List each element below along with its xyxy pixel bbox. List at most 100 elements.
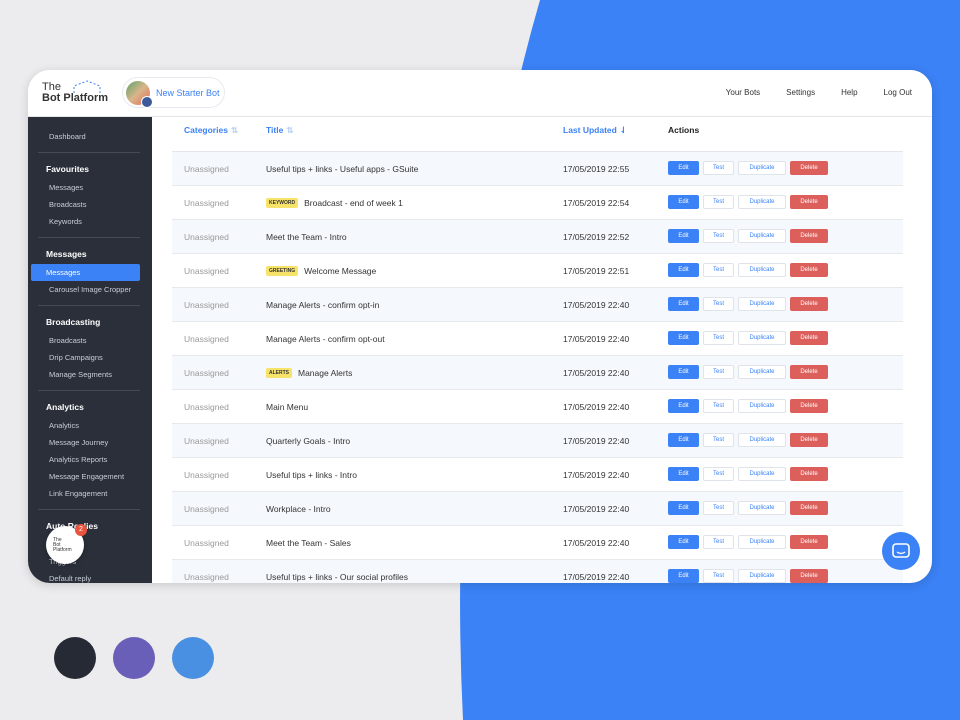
table-row[interactable]: Unassigned Main Menu 17/05/2019 22:40 Ed… [172,390,903,424]
sort-categories[interactable]: Categories ⇅ [184,125,238,136]
test-button[interactable]: Test [703,331,734,345]
title-cell[interactable]: Useful tips + links - Our social profile… [266,570,408,583]
delete-button[interactable]: Delete [790,467,828,481]
sidebar-item-messages[interactable]: Messages [31,264,140,281]
edit-button[interactable]: Edit [668,161,699,175]
sidebar-item-broadcasts[interactable]: Broadcasts [31,196,140,213]
delete-button[interactable]: Delete [790,297,828,311]
title-cell[interactable]: Meet the Team - Intro [266,230,347,244]
chat-launcher-button[interactable] [882,532,920,570]
duplicate-button[interactable]: Duplicate [738,297,786,311]
table-row[interactable]: Unassigned Meet the Team - Sales 17/05/2… [172,526,903,560]
edit-button[interactable]: Edit [668,263,699,277]
edit-button[interactable]: Edit [668,399,699,413]
test-button[interactable]: Test [703,263,734,277]
sidebar-item-manage-segments[interactable]: Manage Segments [31,366,140,383]
logo[interactable]: The Bot Platform [42,80,108,104]
bot-platform-widget[interactable]: The Bot Platform 2 [46,524,87,564]
title-cell[interactable]: Manage Alerts - confirm opt-out [266,332,385,346]
test-button[interactable]: Test [703,195,734,209]
table-row[interactable]: Unassigned Useful tips + links - Intro 1… [172,458,903,492]
title-cell[interactable]: ALERTS Manage Alerts [266,366,352,380]
test-button[interactable]: Test [703,365,734,379]
duplicate-button[interactable]: Duplicate [738,399,786,413]
table-row[interactable]: Unassigned KEYWORD Broadcast - end of wee… [172,186,903,220]
delete-button[interactable]: Delete [790,263,828,277]
sidebar-item-drip-campaigns[interactable]: Drip Campaigns [31,349,140,366]
table-row[interactable]: Unassigned Meet the Team - Intro 17/05/2… [172,220,903,254]
nav-help[interactable]: Help [841,88,857,97]
title-cell[interactable]: GREETING Welcome Message [266,264,376,278]
table-row[interactable]: Unassigned Useful tips + links - Useful … [172,152,903,186]
delete-button[interactable]: Delete [790,161,828,175]
duplicate-button[interactable]: Duplicate [738,569,786,583]
title-cell[interactable]: KEYWORD Broadcast - end of week 1 [266,196,403,210]
edit-button[interactable]: Edit [668,331,699,345]
duplicate-button[interactable]: Duplicate [738,365,786,379]
duplicate-button[interactable]: Duplicate [738,195,786,209]
title-cell[interactable]: Manage Alerts - confirm opt-in [266,298,379,312]
test-button[interactable]: Test [703,467,734,481]
delete-button[interactable]: Delete [790,569,828,583]
delete-button[interactable]: Delete [790,501,828,515]
test-button[interactable]: Test [703,161,734,175]
edit-button[interactable]: Edit [668,501,699,515]
sidebar-item-broadcasts[interactable]: Broadcasts [31,332,140,349]
nav-log-out[interactable]: Log Out [884,88,912,97]
edit-button[interactable]: Edit [668,297,699,311]
duplicate-button[interactable]: Duplicate [738,433,786,447]
edit-button[interactable]: Edit [668,535,699,549]
title-cell[interactable]: Quarterly Goals - Intro [266,434,350,448]
table-row[interactable]: Unassigned GREETING Welcome Message 17/05… [172,254,903,288]
title-cell[interactable]: Useful tips + links - Useful apps - GSui… [266,162,418,176]
delete-button[interactable]: Delete [790,365,828,379]
table-row[interactable]: Unassigned Manage Alerts - confirm opt-i… [172,288,903,322]
sidebar-item-default-reply[interactable]: Default reply [31,570,140,583]
edit-button[interactable]: Edit [668,569,699,583]
title-cell[interactable]: Useful tips + links - Intro [266,468,357,482]
duplicate-button[interactable]: Duplicate [738,467,786,481]
sidebar-item-triggers[interactable]: Triggers [31,553,140,570]
nav-settings[interactable]: Settings [786,88,815,97]
sidebar-item-message-journey[interactable]: Message Journey [31,434,140,451]
edit-button[interactable]: Edit [668,365,699,379]
test-button[interactable]: Test [703,433,734,447]
sidebar-item-message-engagement[interactable]: Message Engagement [31,468,140,485]
sidebar-item-analytics[interactable]: Analytics [31,417,140,434]
table-row[interactable]: Unassigned Quarterly Goals - Intro 17/05… [172,424,903,458]
sidebar-item-analytics-reports[interactable]: Analytics Reports [31,451,140,468]
delete-button[interactable]: Delete [790,331,828,345]
edit-button[interactable]: Edit [668,229,699,243]
duplicate-button[interactable]: Duplicate [738,331,786,345]
bot-selector[interactable]: New Starter Bot [122,77,225,108]
test-button[interactable]: Test [703,229,734,243]
delete-button[interactable]: Delete [790,399,828,413]
edit-button[interactable]: Edit [668,433,699,447]
table-row[interactable]: Unassigned Manage Alerts - confirm opt-o… [172,322,903,356]
duplicate-button[interactable]: Duplicate [738,263,786,277]
title-cell[interactable]: Main Menu [266,400,308,414]
sort-last-updated[interactable]: Last Updated ⇃ [563,125,627,136]
delete-button[interactable]: Delete [790,535,828,549]
test-button[interactable]: Test [703,535,734,549]
sidebar-item-dashboard[interactable]: Dashboard [31,128,140,145]
table-row[interactable]: Unassigned Workplace - Intro 17/05/2019 … [172,492,903,526]
title-cell[interactable]: Workplace - Intro [266,502,331,516]
test-button[interactable]: Test [703,501,734,515]
test-button[interactable]: Test [703,569,734,583]
delete-button[interactable]: Delete [790,229,828,243]
sidebar-item-messages[interactable]: Messages [31,179,140,196]
duplicate-button[interactable]: Duplicate [738,501,786,515]
duplicate-button[interactable]: Duplicate [738,229,786,243]
edit-button[interactable]: Edit [668,195,699,209]
table-row[interactable]: Unassigned ALERTS Manage Alerts 17/05/201… [172,356,903,390]
table-row[interactable]: Unassigned Useful tips + links - Our soc… [172,560,903,583]
duplicate-button[interactable]: Duplicate [738,161,786,175]
sort-title[interactable]: Title ⇅ [266,125,293,136]
nav-your-bots[interactable]: Your Bots [726,88,760,97]
duplicate-button[interactable]: Duplicate [738,535,786,549]
edit-button[interactable]: Edit [668,467,699,481]
delete-button[interactable]: Delete [790,195,828,209]
test-button[interactable]: Test [703,399,734,413]
delete-button[interactable]: Delete [790,433,828,447]
